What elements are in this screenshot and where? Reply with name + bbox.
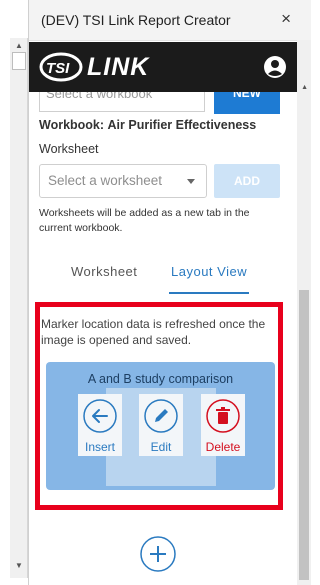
view-tabs: Worksheet Layout View xyxy=(39,262,287,298)
add-worksheet-button[interactable]: ADD xyxy=(214,164,280,198)
layout-image-card[interactable]: A and B study comparison Insert Edit Del xyxy=(46,362,275,490)
tsi-link-banner: TSI LINK xyxy=(29,42,301,92)
plus-icon[interactable] xyxy=(139,535,177,573)
edit-label: Edit xyxy=(150,440,172,454)
current-workbook: Workbook: Air Purifier Effectiveness xyxy=(39,118,256,132)
edit-button[interactable]: Edit xyxy=(139,394,183,456)
trash-icon xyxy=(206,399,240,433)
tsi-logo-icon: TSI xyxy=(39,52,83,82)
close-icon[interactable]: × xyxy=(281,9,291,29)
insert-label: Insert xyxy=(84,440,115,454)
chevron-down-icon[interactable] xyxy=(187,179,195,184)
new-workbook-button[interactable]: NEW xyxy=(214,92,280,114)
user-account-icon[interactable] xyxy=(263,55,287,79)
worksheet-label: Worksheet xyxy=(39,142,99,156)
product-name: LINK xyxy=(87,53,150,81)
host-scroll-up-arrow[interactable]: ▲ xyxy=(12,40,26,52)
task-pane-titlebar: (DEV) TSI Link Report Creator × xyxy=(29,0,311,41)
host-scrollbar-thumb[interactable] xyxy=(12,52,26,70)
pane-scrollbar-thumb[interactable] xyxy=(299,290,309,580)
svg-text:TSI: TSI xyxy=(46,60,70,77)
arrow-left-icon xyxy=(83,399,117,433)
worksheet-hint: Worksheets will be added as a new tab in… xyxy=(39,207,250,234)
worksheet-select[interactable]: Select a worksheet xyxy=(39,164,207,198)
workbook-select[interactable]: Select a workbook xyxy=(39,92,205,112)
tab-layout-view[interactable]: Layout View xyxy=(169,262,250,294)
pencil-icon xyxy=(144,399,178,433)
tab-worksheet[interactable]: Worksheet xyxy=(71,262,137,292)
layout-image-title: A and B study comparison xyxy=(87,372,234,386)
marker-refresh-note: Marker location data is refreshed once t… xyxy=(41,317,266,347)
host-left-strip: ▲ ▼ xyxy=(0,0,28,585)
workbook-name: Air Purifier Effectiveness xyxy=(107,118,257,132)
insert-button[interactable]: Insert xyxy=(78,394,122,456)
task-pane: (DEV) TSI Link Report Creator × TSI LINK… xyxy=(28,0,311,585)
pane-scroll-up-arrow[interactable]: ▲ xyxy=(301,84,308,91)
workbook-label: Workbook: xyxy=(39,118,105,132)
task-pane-title: (DEV) TSI Link Report Creator xyxy=(41,12,231,28)
pane-scrollbar-track[interactable]: ▲ xyxy=(297,40,311,585)
delete-label: Delete xyxy=(205,440,241,454)
delete-button[interactable]: Delete xyxy=(201,394,245,456)
host-scroll-down-arrow[interactable]: ▼ xyxy=(12,560,26,572)
host-scrollbar-track[interactable] xyxy=(10,38,28,578)
